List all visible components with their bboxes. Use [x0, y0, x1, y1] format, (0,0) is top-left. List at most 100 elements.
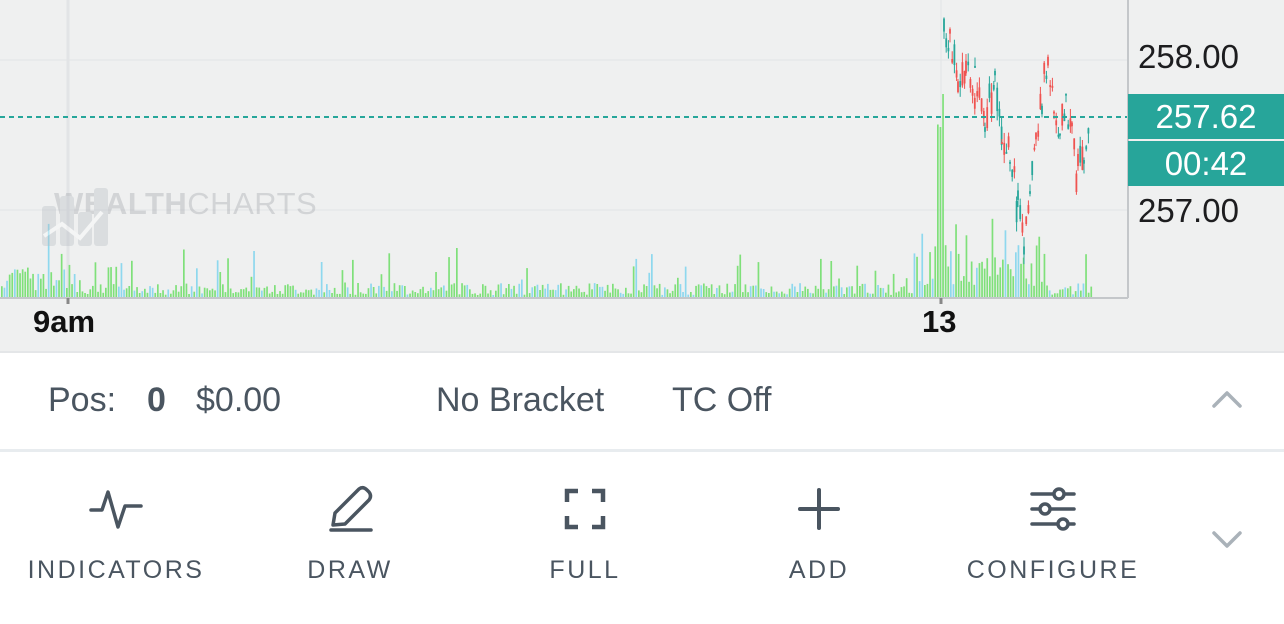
tc-toggle[interactable]: TC Off: [672, 383, 772, 417]
volume-bar: [760, 288, 762, 298]
volume-bar: [755, 285, 757, 298]
volume-bar: [612, 283, 614, 298]
candle-body: [988, 83, 991, 98]
volume-bar: [125, 288, 128, 298]
volume-bar: [107, 267, 110, 298]
volume-bar: [864, 283, 866, 298]
candle-body: [1009, 161, 1011, 164]
volume-bar: [557, 284, 560, 298]
volume-bar: [703, 283, 705, 298]
volume-bar: [258, 287, 261, 298]
candle-body: [969, 79, 972, 88]
volume-bar: [115, 266, 118, 298]
volume-bar: [601, 286, 604, 298]
volume-bar: [799, 283, 801, 298]
volume-bar: [240, 289, 242, 298]
volume-bar: [40, 278, 42, 298]
volume-bar: [245, 287, 248, 298]
volume-bar: [531, 287, 534, 298]
volume-bar: [999, 267, 1002, 298]
volume-bar: [216, 260, 219, 298]
volume-bar: [814, 285, 817, 298]
volume-bar: [749, 286, 752, 298]
volume-bar: [175, 285, 177, 298]
volume-bar: [229, 288, 232, 298]
volume-bar: [679, 284, 682, 298]
volume-bar: [185, 283, 188, 298]
chart-canvas[interactable]: [0, 0, 1284, 352]
candle-body: [1001, 142, 1003, 145]
candle-body: [1053, 111, 1055, 114]
candle-body: [957, 81, 959, 93]
volume-bar: [541, 284, 544, 298]
candle-body: [1013, 166, 1016, 173]
price-chart[interactable]: WEALTHCHARTS 258.00 257.00 257.62 00:42 …: [0, 0, 1284, 352]
volume-bar: [1033, 285, 1035, 298]
volume-bar: [705, 286, 708, 298]
chevron-up-icon[interactable]: [1210, 387, 1244, 416]
volume-bar: [1077, 283, 1080, 298]
candle-body: [973, 97, 976, 109]
candle-body: [998, 108, 1001, 117]
volume-bar: [614, 288, 617, 298]
draw-button[interactable]: DRAW: [240, 482, 460, 583]
add-button[interactable]: ADD: [709, 482, 929, 583]
chevron-down-icon[interactable]: [1210, 528, 1244, 557]
volume-bar: [726, 283, 729, 298]
volume-bar: [664, 287, 666, 298]
configure-button[interactable]: CONFIGURE: [943, 482, 1163, 583]
volume-bar: [510, 288, 513, 298]
volume-bar: [770, 286, 773, 298]
volume-bar: [385, 290, 388, 298]
volume-bar: [378, 285, 380, 298]
volume-bar: [1030, 263, 1033, 298]
volume-bar: [318, 289, 320, 298]
volume-bar: [326, 284, 328, 298]
volume-bar: [73, 274, 76, 298]
candle-body: [1077, 154, 1079, 167]
volume-bar: [944, 245, 947, 298]
add-label: ADD: [788, 556, 850, 584]
volume-bar: [882, 288, 885, 298]
volume-bar: [807, 288, 809, 298]
volume-bar: [788, 288, 791, 298]
indicators-button[interactable]: INDICATORS: [6, 482, 226, 583]
volume-bar: [27, 267, 29, 298]
fullscreen-button[interactable]: FULL: [475, 482, 695, 583]
volume-bar: [736, 265, 739, 298]
bracket-toggle[interactable]: No Bracket: [436, 383, 604, 417]
volume-bar: [450, 284, 453, 298]
volume-bar: [45, 288, 47, 298]
candle-body: [1027, 205, 1030, 214]
volume-bar: [983, 268, 986, 298]
candle-body: [1081, 146, 1084, 170]
candle-body: [1017, 190, 1019, 200]
volume-bar: [606, 284, 609, 298]
volume-bar: [567, 285, 570, 298]
volume-bar: [141, 291, 144, 298]
volume-bar: [289, 286, 292, 298]
volume-bar: [1061, 289, 1064, 298]
volume-bar: [593, 283, 596, 298]
volume-bar: [653, 285, 656, 298]
volume-bar: [34, 290, 37, 298]
candle-body: [1029, 191, 1031, 194]
volume-bar: [955, 224, 957, 298]
volume-bar: [1, 286, 3, 298]
volume-bar: [991, 218, 994, 298]
volume-bar: [877, 285, 879, 298]
volume-bar: [526, 268, 528, 298]
volume-bar: [495, 290, 497, 298]
volume-bar: [162, 290, 164, 298]
volume-bar: [279, 291, 281, 298]
volume-bar: [976, 267, 978, 298]
volume-bar: [198, 286, 201, 298]
volume-bar: [918, 281, 921, 298]
candle-body: [1035, 132, 1037, 140]
price-axis-label: 257.00: [1138, 192, 1239, 229]
volume-bar: [393, 283, 396, 298]
volume-bar: [840, 287, 843, 298]
volume-bar: [497, 284, 500, 298]
candle-body: [961, 62, 964, 86]
volume-bar: [1043, 253, 1046, 298]
